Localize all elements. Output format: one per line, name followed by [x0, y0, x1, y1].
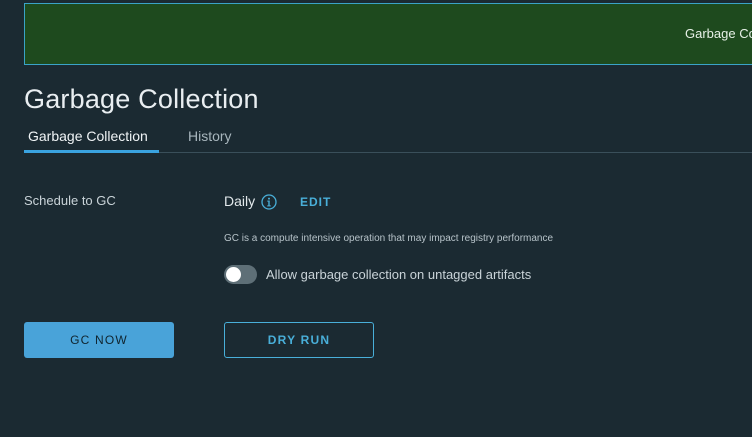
page-title: Garbage Collection: [24, 84, 259, 114]
banner-text: Garbage Collection: [685, 26, 752, 41]
success-banner: Garbage Collection: [24, 3, 752, 65]
tab-history-label: History: [188, 128, 232, 144]
tab-garbage-collection-label: Garbage Collection: [28, 128, 148, 144]
gc-warning-note: GC is a compute intensive operation that…: [224, 233, 554, 244]
tab-bar: Garbage Collection History: [24, 124, 752, 153]
untagged-artifacts-label: Allow garbage collection on untagged art…: [266, 267, 532, 282]
schedule-label: Schedule to GC: [24, 193, 116, 208]
gc-now-label: GC NOW: [70, 333, 128, 347]
dry-run-label: DRY RUN: [267, 333, 331, 347]
info-icon[interactable]: [261, 194, 277, 210]
untagged-artifacts-toggle[interactable]: [224, 265, 257, 284]
schedule-value: Daily: [224, 193, 256, 209]
gc-now-button[interactable]: GC NOW: [24, 322, 174, 358]
edit-schedule-button[interactable]: EDIT: [300, 195, 331, 209]
active-tab-indicator: [24, 150, 159, 153]
toggle-knob: [226, 267, 241, 282]
dry-run-button[interactable]: DRY RUN: [224, 322, 374, 358]
tab-history[interactable]: History: [188, 128, 232, 153]
